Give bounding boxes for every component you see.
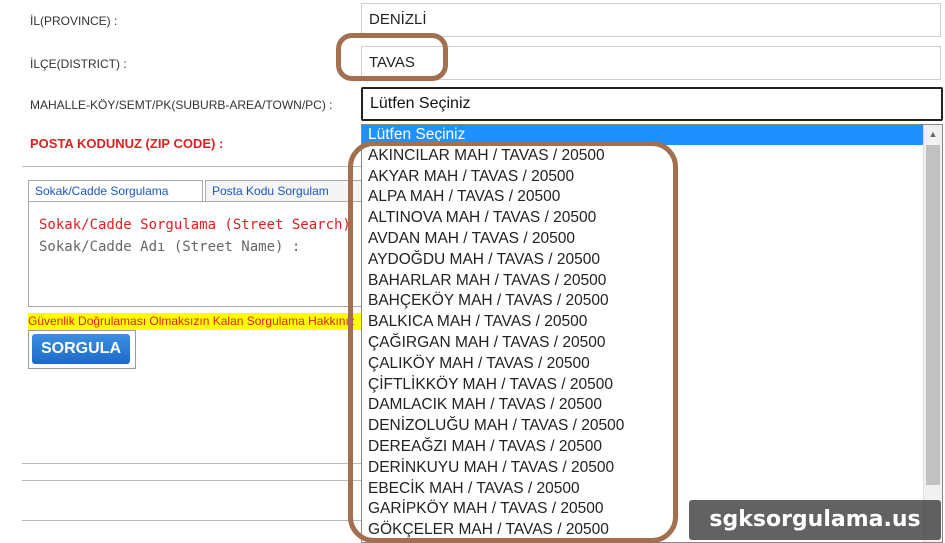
- suburb-label: MAHALLE-KÖY/SEMT/PK(SUBURB-AREA/TOWN/PC)…: [30, 98, 333, 112]
- scrollbar[interactable]: ▲: [923, 125, 942, 542]
- query-button-frame: SORGULA: [28, 330, 136, 369]
- divider: [22, 166, 362, 167]
- panel-title: Sokak/Cadde Sorgulama (Street Search): [39, 217, 351, 233]
- district-field[interactable]: TAVAS: [361, 46, 941, 80]
- watermark: sgksorgulama.us: [689, 500, 941, 540]
- street-search-panel: Sokak/Cadde Sorgulama (Street Search) So…: [28, 201, 364, 307]
- divider: [22, 520, 362, 521]
- query-button[interactable]: SORGULA: [32, 334, 130, 364]
- security-warning: Güvenlik Doğrulaması Olmaksızın Kalan So…: [28, 313, 361, 330]
- annotation-circle-district: [336, 33, 448, 81]
- street-name-label: Sokak/Cadde Adı (Street Name) :: [39, 239, 301, 255]
- divider: [22, 463, 362, 464]
- tab-postcode-search[interactable]: Posta Kodu Sorgulam: [205, 180, 364, 202]
- province-label: İL(PROVINCE) :: [30, 14, 118, 28]
- divider: [22, 480, 362, 481]
- district-label: İLÇE(DISTRICT) :: [30, 57, 127, 71]
- scrollbar-thumb[interactable]: [926, 145, 940, 485]
- tab-street-search[interactable]: Sokak/Cadde Sorgulama: [28, 180, 203, 202]
- scroll-up-arrow-icon[interactable]: ▲: [924, 125, 942, 143]
- province-field[interactable]: DENİZLİ: [361, 3, 941, 37]
- annotation-circle-options: [348, 141, 678, 543]
- zip-code-label: POSTA KODUNUZ (ZIP CODE) :: [30, 136, 224, 151]
- suburb-select[interactable]: Lütfen Seçiniz: [361, 87, 943, 121]
